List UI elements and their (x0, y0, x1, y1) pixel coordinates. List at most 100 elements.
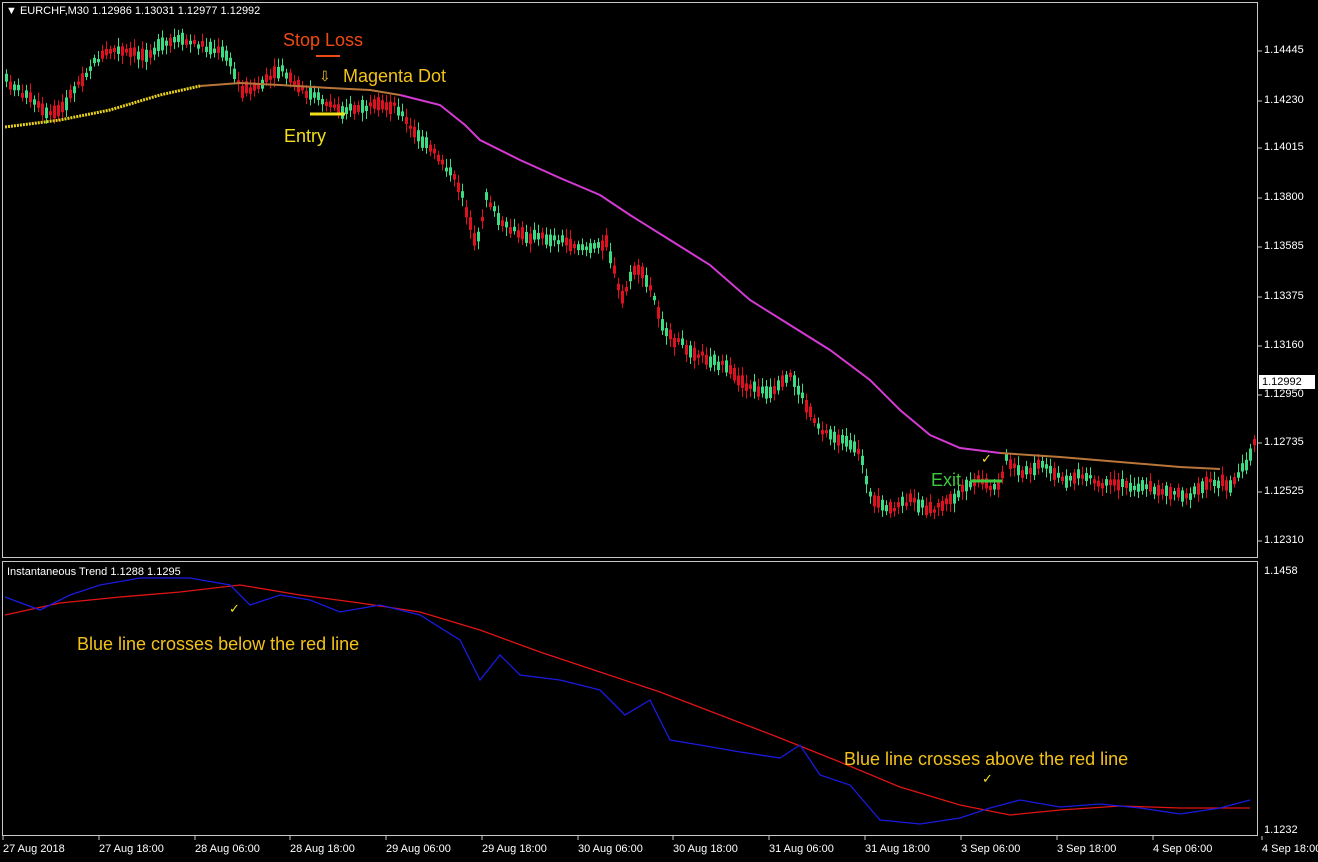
candle-body (1041, 460, 1044, 468)
candle-body (1153, 486, 1156, 495)
candle-body (993, 484, 996, 490)
candle-body (1033, 462, 1036, 476)
candle-body (1117, 479, 1120, 491)
candle-body (513, 226, 516, 232)
candle-body (869, 491, 872, 497)
candle-body (645, 275, 648, 287)
candle-body (457, 182, 460, 193)
candle-body (493, 206, 496, 212)
candle-body (169, 37, 172, 46)
candle-body (441, 159, 444, 165)
candle-body (521, 227, 524, 240)
candle-body (805, 399, 808, 413)
candle-body (165, 40, 168, 46)
candle-body (1197, 483, 1200, 495)
candle-body (1137, 483, 1140, 492)
magenta-dot-label: Magenta Dot (343, 66, 447, 86)
candle-body (509, 227, 512, 234)
candle-body (189, 40, 192, 45)
candle-body (565, 237, 568, 246)
candle-body (929, 501, 932, 514)
candle-body (1181, 490, 1184, 502)
candle-body (209, 41, 212, 55)
exit-check-icon: ✓ (981, 451, 992, 466)
candle-body (1009, 459, 1012, 469)
candle-body (33, 99, 36, 105)
candle-body (613, 265, 616, 274)
price-tick-label: 1.13800 (1264, 191, 1304, 203)
candle-body (157, 39, 160, 51)
candle-body (841, 435, 844, 444)
candle-body (1021, 470, 1024, 478)
candle-body (141, 48, 144, 61)
candle-body (1205, 476, 1208, 490)
candle-body (1049, 465, 1052, 474)
time-axis-label: 30 Aug 06:00 (578, 843, 643, 855)
candle-body (621, 290, 624, 304)
candle-body (497, 213, 500, 226)
candle-body (597, 242, 600, 248)
entry-label: Entry (284, 126, 327, 146)
candle-body (1237, 472, 1240, 478)
candle-body (593, 243, 596, 249)
candle-body (577, 244, 580, 251)
candle-body (1057, 472, 1060, 478)
candle-body (933, 509, 936, 513)
candle-body (1025, 466, 1028, 475)
candle-body (601, 240, 604, 251)
candle-body (1097, 480, 1100, 487)
price-tick-label: 1.12735 (1264, 436, 1304, 448)
candle-body (489, 202, 492, 208)
candle-body (81, 73, 84, 87)
candle-body (1037, 459, 1040, 469)
time-axis-label: 31 Aug 18:00 (865, 843, 930, 855)
candle-body (109, 49, 112, 54)
candle-body (585, 246, 588, 251)
candle-body (553, 235, 556, 241)
candle-body (697, 354, 700, 358)
candle-body (49, 111, 52, 116)
candle-body (1105, 479, 1108, 486)
candle-body (1001, 471, 1004, 479)
candle-body (853, 441, 856, 453)
time-axis-label: 31 Aug 06:00 (769, 843, 834, 855)
cross-above-check-icon: ✓ (982, 771, 993, 786)
candle-body (309, 87, 312, 100)
candle-body (529, 233, 532, 244)
candle-body (701, 351, 704, 356)
time-axis-label: 3 Sep 18:00 (1057, 843, 1117, 855)
candle-body (429, 144, 432, 152)
candle-body (469, 217, 472, 230)
candle-body (677, 338, 680, 342)
candle-body (745, 383, 748, 391)
candle-body (397, 106, 400, 116)
indicator-tick-top: 1.1458 (1264, 565, 1298, 577)
candle-body (229, 57, 232, 67)
candle-body (893, 507, 896, 512)
candle-body (801, 392, 804, 399)
candle-body (945, 498, 948, 505)
candle-body (85, 72, 88, 78)
candle-body (453, 174, 456, 180)
candle-body (1081, 474, 1084, 479)
candle-body (1217, 480, 1220, 489)
candle-body (517, 230, 520, 238)
candle-body (637, 264, 640, 275)
trend-blue-line (4, 577, 1251, 825)
candle-body (921, 499, 924, 508)
candle-body (689, 345, 692, 358)
candle-body (537, 232, 540, 240)
candle-body (641, 266, 644, 279)
candle-body (385, 102, 388, 111)
candle-body (937, 502, 940, 508)
dropdown-triangle-icon[interactable]: ▼ (6, 5, 17, 17)
cross-below-label: Blue line crosses below the red line (77, 634, 360, 654)
candle-body (661, 319, 664, 331)
candle-body (57, 104, 60, 117)
candle-body (101, 50, 104, 59)
candle-body (685, 345, 688, 355)
candle-body (389, 101, 392, 115)
candle-body (657, 307, 660, 319)
moving-average-magenta (399, 94, 1001, 454)
candle-body (797, 385, 800, 395)
